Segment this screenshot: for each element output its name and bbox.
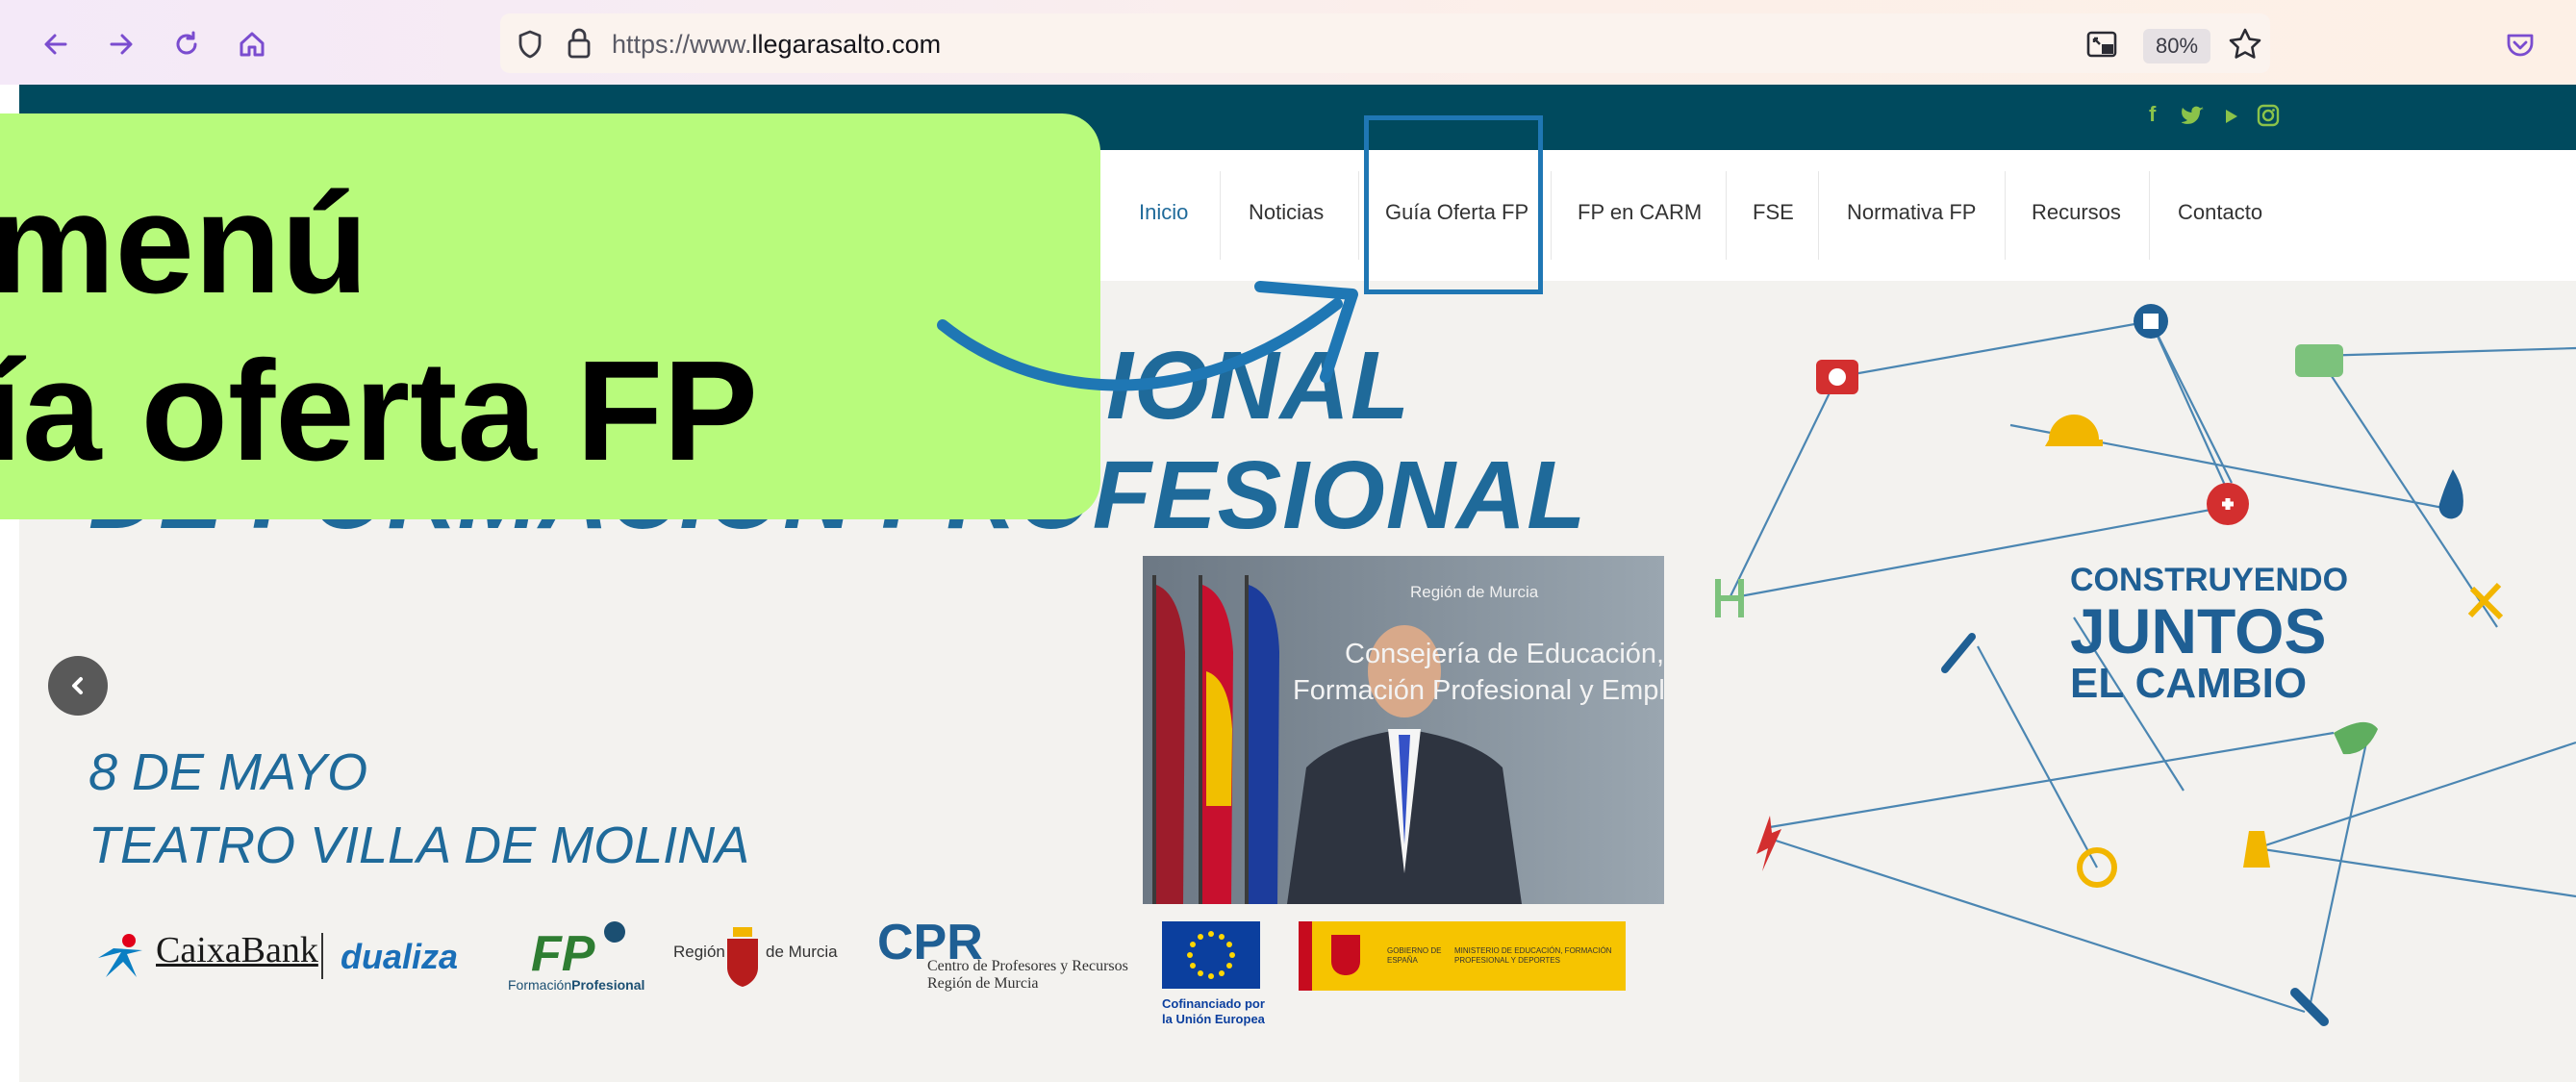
fp-logo: FP — [531, 926, 595, 982]
forward-icon — [110, 34, 133, 55]
forward-button[interactable] — [98, 21, 144, 67]
nav-divider — [1551, 171, 1552, 260]
url-text[interactable]: https://www.llegarasalto.com — [612, 30, 941, 60]
fp-caption-2: Profesional — [571, 977, 645, 993]
facebook-icon[interactable]: f — [2149, 102, 2156, 127]
photo-caption-consejeria: Consejería de Educación, — [1345, 639, 1664, 669]
slogan-line3: EL CAMBIO — [2070, 660, 2308, 707]
nav-divider — [1726, 171, 1727, 260]
nav-divider — [1358, 171, 1359, 260]
event-date: 8 DE MAYO — [88, 743, 368, 801]
url-domain: llegarasalto.com — [751, 30, 942, 59]
eu-caption-1: Cofinanciado por — [1162, 996, 1265, 1011]
slogan-line2: JUNTOS — [2070, 595, 2327, 667]
photo-caption-region: Región de Murcia — [1410, 583, 1539, 601]
eu-flag — [1162, 921, 1260, 989]
region-logo-text-2: de Murcia — [766, 943, 838, 961]
nav-item-fp-en-carm[interactable]: FP en CARM — [1578, 200, 1702, 225]
back-icon — [44, 34, 67, 55]
caixabank-star-icon — [98, 934, 142, 977]
spain-flag-stripe — [1299, 921, 1312, 991]
carousel-prev-button[interactable] — [48, 656, 108, 716]
twitter-icon[interactable] — [2182, 106, 2205, 125]
nav-item-inicio[interactable]: Inicio — [1139, 200, 1188, 225]
fp-caption-1: Formación — [508, 977, 572, 993]
photo-caption-fp: Formación Profesional y Empleo — [1293, 675, 1664, 706]
pocket-icon[interactable] — [2505, 29, 2536, 60]
highlight-box — [1364, 115, 1543, 294]
eu-caption-2: la Unión Europea — [1162, 1012, 1265, 1026]
nav-item-fse[interactable]: FSE — [1753, 200, 1794, 225]
back-button[interactable] — [33, 21, 79, 67]
eu-stars-icon — [1187, 931, 1235, 979]
gobierno-caption: GOBIERNO DE ESPAÑA — [1387, 946, 1442, 965]
nav-divider — [2005, 171, 2006, 260]
region-logo-text-1: Región — [673, 943, 725, 961]
hero-photo[interactable]: Región de Murcia Consejería de Educación… — [1143, 556, 1664, 904]
nav-item-recursos[interactable]: Recursos — [2032, 200, 2121, 225]
lock-icon[interactable] — [566, 27, 593, 60]
nav-divider — [1220, 171, 1221, 260]
nav-item-noticias[interactable]: Noticias — [1249, 200, 1324, 225]
speaker-photo — [1143, 556, 1664, 904]
callout-line1: menú — [0, 164, 368, 323]
ministerio-caption: MINISTERIO DE EDUCACIÓN, FORMACIÓN PROFE… — [1454, 946, 1612, 965]
fp-logo-caption: FormaciónProfesional — [508, 977, 644, 993]
chevron-left-icon — [72, 677, 83, 694]
event-venue: TEATRO VILLA DE MOLINA — [88, 817, 750, 874]
nav-divider — [2149, 171, 2150, 260]
nav-divider — [1818, 171, 1819, 260]
home-button[interactable] — [229, 21, 275, 67]
reload-button[interactable] — [164, 21, 210, 67]
logo-divider — [321, 933, 323, 979]
cpr-caption-1: Centro de Profesores y Recursos — [927, 958, 1128, 974]
reload-icon — [176, 31, 197, 55]
fp-logo-dot — [604, 921, 625, 943]
star-icon[interactable] — [2228, 27, 2262, 62]
gobierno-logo: GOBIERNO DE ESPAÑA MINISTERIO DE EDUCACI… — [1299, 921, 1626, 991]
pointer-arrow-icon — [937, 281, 1358, 391]
nav-item-contacto[interactable]: Contacto — [2178, 200, 2262, 225]
nav-item-normativa-fp[interactable]: Normativa FP — [1847, 200, 1976, 225]
cpr-caption-2: Región de Murcia — [927, 975, 1039, 992]
picture-in-picture-icon[interactable] — [2085, 29, 2120, 62]
url-prefix: https://www. — [612, 30, 752, 59]
shield-icon[interactable] — [516, 29, 544, 60]
spain-coat-of-arms-icon — [1331, 935, 1360, 975]
region-coat-of-arms-icon — [727, 927, 758, 987]
youtube-icon[interactable] — [2222, 108, 2239, 125]
dualiza-logo: dualiza — [341, 937, 459, 976]
caixabank-logo: CaixaBank — [156, 930, 318, 970]
instagram-icon[interactable] — [2257, 104, 2280, 127]
home-icon — [240, 32, 265, 57]
zoom-level[interactable]: 80% — [2143, 29, 2210, 63]
callout-line2: ía oferta FP — [0, 332, 758, 491]
